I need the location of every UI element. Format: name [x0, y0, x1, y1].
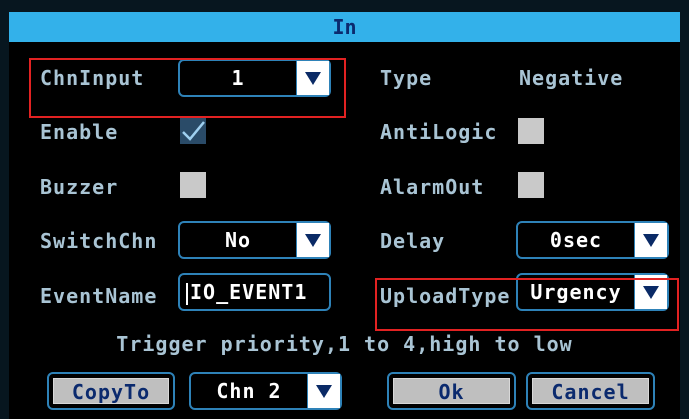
delay-label: Delay	[380, 229, 446, 253]
delay-value: 0sec	[549, 228, 603, 252]
copy-channel-dropdown-button[interactable]	[307, 374, 340, 408]
chn-input-dropdown-button[interactable]	[296, 61, 329, 95]
anti-logic-checkbox[interactable]	[518, 118, 544, 144]
switch-chn-dropdown-button[interactable]	[296, 223, 329, 257]
buzzer-checkbox[interactable]	[180, 172, 206, 198]
alarm-out-checkbox[interactable]	[518, 172, 544, 198]
alarm-out-label: AlarmOut	[380, 175, 485, 199]
chevron-down-icon	[643, 233, 659, 247]
chn-input-select[interactable]: 1	[178, 59, 331, 97]
trigger-priority-hint: Trigger priority,1 to 4,high to low	[116, 332, 573, 356]
chevron-down-icon	[305, 233, 321, 247]
chn-input-label: ChnInput	[40, 66, 145, 90]
upload-type-label: UploadType	[380, 284, 511, 308]
switch-chn-label: SwitchChn	[40, 229, 158, 253]
upload-type-select[interactable]: Urgency	[516, 273, 669, 311]
copy-to-label: CopyTo	[53, 378, 169, 404]
cancel-button[interactable]: Cancel	[526, 372, 655, 410]
chevron-down-icon	[305, 71, 321, 85]
event-name-value: IO_EVENT1	[190, 280, 308, 304]
chn-input-value: 1	[231, 66, 245, 90]
chevron-down-icon	[316, 384, 332, 398]
delay-select[interactable]: 0sec	[516, 221, 669, 259]
event-name-label: EventName	[40, 284, 158, 308]
chevron-down-icon	[643, 285, 659, 299]
delay-dropdown-button[interactable]	[634, 223, 667, 257]
io-input-dialog: In ChnInput 1 Type Negative Enable AntiL…	[0, 0, 689, 419]
enable-checkbox[interactable]	[180, 118, 206, 144]
cancel-label: Cancel	[532, 378, 649, 404]
copy-channel-value: Chn 2	[216, 379, 282, 403]
upload-type-dropdown-button[interactable]	[634, 275, 667, 309]
type-label: Type	[380, 66, 433, 90]
dialog-body: ChnInput 1 Type Negative Enable AntiLogi…	[9, 42, 680, 419]
dialog-title: In	[9, 12, 680, 42]
text-caret	[186, 282, 188, 305]
checkmark-icon	[182, 121, 205, 141]
upload-type-value: Urgency	[530, 280, 622, 304]
event-name-input[interactable]: IO_EVENT1	[178, 273, 331, 311]
ok-label: Ok	[393, 378, 510, 404]
enable-label: Enable	[40, 120, 119, 144]
switch-chn-select[interactable]: No	[178, 221, 331, 259]
buzzer-label: Buzzer	[40, 175, 119, 199]
anti-logic-label: AntiLogic	[380, 120, 498, 144]
ok-button[interactable]: Ok	[387, 372, 516, 410]
copy-channel-select[interactable]: Chn 2	[189, 372, 342, 410]
type-value: Negative	[519, 66, 624, 90]
copy-to-button[interactable]: CopyTo	[47, 372, 175, 410]
switch-chn-value: No	[224, 228, 252, 252]
